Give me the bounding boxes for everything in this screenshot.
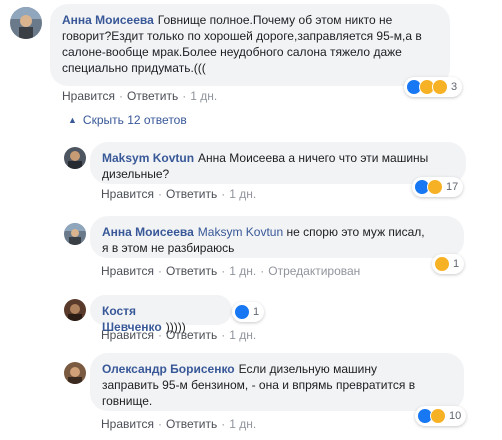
reply-link[interactable]: Ответить — [166, 417, 217, 431]
timestamp[interactable]: 1 дн. — [229, 264, 256, 278]
comment-bubble: Maksym Kovtun Анна Моисеева а ничего что … — [90, 142, 466, 184]
like-link[interactable]: Нравится — [101, 328, 154, 342]
haha-icon — [434, 256, 450, 272]
comment-text-line: говнище. — [102, 394, 153, 408]
reaction-count: 10 — [449, 410, 462, 422]
timestamp[interactable]: 1 дн. — [229, 417, 256, 431]
reaction-count: 17 — [446, 181, 459, 193]
comment-text-line: говорит?Ездит только по хорошей дороге,з… — [62, 29, 422, 43]
comment-text-line: Говнище полное.Почему об этом никто не — [157, 13, 393, 27]
avatar[interactable] — [64, 147, 86, 169]
avatar[interactable] — [64, 362, 86, 384]
reactions-summary[interactable]: 1 — [432, 254, 465, 274]
reply-link[interactable]: Ответить — [166, 187, 217, 201]
reply-link[interactable]: Ответить — [166, 328, 217, 342]
comment-bubble: Костя Шевченко))))) — [90, 295, 232, 334]
timestamp[interactable]: 1 дн. — [229, 328, 256, 342]
comment-author[interactable]: Олександр Борисенко — [102, 362, 235, 376]
haha-icon — [427, 179, 443, 195]
mention-tag[interactable]: Maksym Kovtun — [198, 225, 283, 239]
comment-bubble: Олександр Борисенко Если дизельную машину… — [90, 353, 464, 411]
separator-dot: · — [221, 328, 226, 342]
separator-dot: · — [221, 187, 226, 201]
comment-text-line: я в этом не разбираюсь — [102, 241, 235, 255]
chevron-up-icon: ▲ — [68, 115, 77, 125]
like-icon — [234, 304, 250, 320]
comment-text-line: Если дизельную машину — [238, 362, 377, 376]
reaction-count: 1 — [453, 258, 460, 270]
avatar[interactable] — [64, 299, 86, 321]
reply-link[interactable]: Ответить — [166, 264, 217, 278]
separator-dot: · — [157, 187, 162, 201]
reply-link[interactable]: Ответить — [127, 89, 178, 103]
separator-dot: · — [157, 417, 162, 431]
comment-text-line: Анна Моисеева а ничего что эти машины — [198, 151, 429, 165]
reactions-summary[interactable]: 1 — [232, 302, 265, 322]
separator-dot: · — [157, 264, 162, 278]
separator-dot: · — [118, 89, 123, 103]
reactions-summary[interactable]: 10 — [415, 406, 467, 426]
sad-icon — [432, 79, 448, 95]
reactions-summary[interactable]: 3 — [404, 77, 463, 97]
comment-bubble: Анна Моисеева Maksym Kovtun не спорю это … — [90, 216, 464, 258]
comment-text-line: заправить 95-м бензином, - она и впрямь … — [102, 378, 416, 392]
like-link[interactable]: Нравится — [101, 417, 154, 431]
separator-dot: · — [221, 264, 226, 278]
timestamp[interactable]: 1 дн. — [190, 89, 217, 103]
comment-text-line: не спорю это муж писал, — [286, 225, 425, 239]
comment-author[interactable]: Maksym Kovtun — [102, 151, 194, 165]
comment-actions: Нравится · Ответить · 1 дн. · Отредактирован — [101, 264, 360, 278]
comment-actions: Нравится · Ответить · 1 дн. — [101, 417, 256, 431]
comment-author[interactable]: Анна Моисеева — [102, 225, 194, 239]
timestamp[interactable]: 1 дн. — [229, 187, 256, 201]
separator-dot: · — [182, 89, 187, 103]
avatar[interactable] — [64, 223, 86, 245]
comment-text-line: салоне-вообще мрак.Более неудобного сало… — [62, 45, 402, 59]
separator-dot: · — [221, 417, 226, 431]
like-link[interactable]: Нравится — [101, 264, 154, 278]
comment-actions: Нравится · Ответить · 1 дн. — [101, 328, 256, 342]
comment-text-line: дизельные? — [102, 167, 170, 181]
comment-text-line: специально придумать.((( — [62, 61, 206, 75]
edited-label[interactable]: Отредактирован — [268, 264, 360, 278]
separator-dot: · — [157, 328, 162, 342]
haha-icon — [430, 408, 446, 424]
like-link[interactable]: Нравится — [62, 89, 115, 103]
reactions-summary[interactable]: 17 — [412, 177, 464, 197]
separator-dot: · — [260, 264, 265, 278]
reaction-count: 1 — [253, 306, 260, 318]
avatar[interactable] — [10, 7, 42, 39]
reaction-count: 3 — [451, 81, 458, 93]
like-link[interactable]: Нравится — [101, 187, 154, 201]
comment-actions: Нравится · Ответить · 1 дн. — [101, 187, 256, 201]
comment-author[interactable]: Анна Моисеева — [62, 13, 154, 27]
comment-bubble: Анна Моисеева Говнище полное.Почему об эт… — [50, 4, 450, 86]
collapse-replies-label: Скрыть 12 ответов — [82, 113, 187, 127]
collapse-replies-link[interactable]: ▲ Скрыть 12 ответов — [68, 113, 187, 127]
comment-actions: Нравится · Ответить · 1 дн. — [62, 89, 217, 103]
